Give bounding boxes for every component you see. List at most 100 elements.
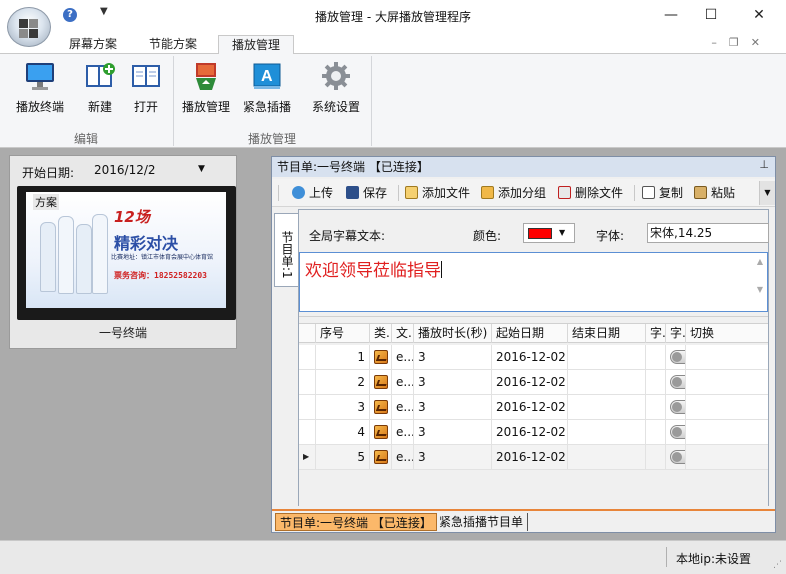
column-header[interactable]: 序号 [315,324,369,343]
table-cell[interactable]: 3 [413,395,491,419]
paste-button[interactable]: 粘贴 [694,184,735,202]
table-row[interactable]: 4 e... 3 2016-12-02 [299,420,768,445]
table-cell[interactable]: 3 [413,345,491,369]
table-cell[interactable]: 5 [315,445,369,469]
table-cell[interactable] [567,445,645,469]
chevron-down-icon[interactable]: ▼ [198,164,205,174]
table-cell[interactable] [567,395,645,419]
table-cell[interactable]: 2016-12-02 [491,445,567,469]
switch-cell[interactable] [665,445,685,469]
table-cell[interactable]: 3 [413,445,491,469]
table-cell[interactable]: e... [391,370,413,394]
play-management-button[interactable]: 播放管理 [178,58,234,124]
column-header[interactable]: 文. [391,324,413,343]
type-cell[interactable] [369,345,391,369]
tab-play-management[interactable]: 播放管理 [218,35,294,55]
table-cell[interactable] [685,420,768,444]
type-cell[interactable] [369,370,391,394]
textarea-scrollbar[interactable]: ▲ ▼ [755,255,765,297]
poster-number: 12场 [114,208,150,226]
table-cell[interactable]: 1 [315,345,369,369]
table-cell[interactable] [567,370,645,394]
table-cell[interactable]: 3 [315,395,369,419]
terminal-screen-preview[interactable]: 12场 精彩对决 比赛地址：镇江市体育会展中心体育馆 票务咨询：18252582… [17,186,236,320]
app-menu-button[interactable] [7,7,51,47]
table-cell[interactable] [685,345,768,369]
table-cell[interactable] [645,420,665,444]
table-row[interactable]: ▶ 5 e... 3 2016-12-02 [299,445,768,470]
add-group-button[interactable]: 添加分组 [481,184,546,202]
tab-screen-scheme[interactable]: 屏幕方案 [60,35,126,55]
table-cell[interactable]: e... [391,395,413,419]
pin-icon[interactable]: ⊥ [759,158,769,171]
table-cell[interactable]: 2016-12-02 [491,345,567,369]
table-cell[interactable] [567,420,645,444]
column-header[interactable]: 字. [665,324,685,343]
title-bar: ? ▼ 播放管理 - 大屏播放管理程序 — ☐ ✕ [0,0,786,47]
column-header[interactable]: 结束日期 [567,324,645,343]
copy-button[interactable]: 复制 [642,184,683,202]
play-terminal-button[interactable]: 播放终端 [10,58,70,124]
table-row[interactable]: 1 e... 3 2016-12-02 [299,345,768,370]
type-cell[interactable] [369,445,391,469]
column-header[interactable]: 播放时长(秒) [413,324,491,343]
table-cell[interactable]: e... [391,345,413,369]
switch-cell[interactable] [665,420,685,444]
table-cell[interactable]: 3 [413,420,491,444]
new-button[interactable]: 新建 [80,58,120,124]
toolbar-overflow-button[interactable]: ▼ [759,181,775,205]
upload-button[interactable]: 上传 [292,184,333,202]
terminal-name: 一号终端 [98,326,147,340]
tab-emergency-playlist[interactable]: 紧急插播节目单 [435,513,529,531]
add-file-button[interactable]: 添加文件 [405,184,470,202]
maximize-button[interactable]: ☐ [688,0,734,30]
table-cell[interactable] [685,445,768,469]
table-cell[interactable] [567,345,645,369]
table-cell[interactable]: e... [391,420,413,444]
vertical-tab-playlist[interactable]: 节目单:1 [274,213,298,287]
column-header[interactable]: 起始日期 [491,324,567,343]
tab-energy-scheme[interactable]: 节能方案 [140,35,206,55]
column-header[interactable]: 切换 [685,324,768,343]
toggle-switch-icon[interactable] [670,450,685,464]
switch-cell[interactable] [665,345,685,369]
save-button[interactable]: 保存 [346,184,387,202]
delete-file-button[interactable]: 删除文件 [558,184,623,202]
table-row[interactable]: 2 e... 3 2016-12-02 [299,370,768,395]
toggle-switch-icon[interactable] [670,375,685,389]
font-field[interactable]: 宋体,14.25 [647,223,769,243]
switch-cell[interactable] [665,395,685,419]
system-settings-button[interactable]: 系统设置 [308,58,364,124]
table-cell[interactable]: 2016-12-02 [491,395,567,419]
table-cell[interactable] [645,345,665,369]
toggle-switch-icon[interactable] [670,400,685,414]
svg-text:A: A [261,68,273,85]
table-cell[interactable] [685,395,768,419]
table-cell[interactable]: e... [391,445,413,469]
switch-cell[interactable] [665,370,685,394]
tab-playlist-terminal[interactable]: 节目单:一号终端 【已连接】 [275,513,437,531]
resize-grip-icon[interactable]: ⋰ [773,560,782,570]
toggle-switch-icon[interactable] [670,350,685,364]
table-cell[interactable]: 2016-12-02 [491,370,567,394]
column-header[interactable]: 字. [645,324,665,343]
toggle-switch-icon[interactable] [670,425,685,439]
table-cell[interactable]: 2 [315,370,369,394]
table-cell[interactable] [645,370,665,394]
table-row[interactable]: 3 e... 3 2016-12-02 [299,395,768,420]
color-picker[interactable]: ▼ [523,223,575,243]
table-cell[interactable]: 2016-12-02 [491,420,567,444]
close-button[interactable]: ✕ [736,0,782,30]
type-cell[interactable] [369,420,391,444]
table-cell[interactable] [645,445,665,469]
table-cell[interactable] [645,395,665,419]
ribbon-window-controls[interactable]: –❐✕ [711,36,772,49]
open-button[interactable]: 打开 [126,58,166,124]
type-cell[interactable] [369,395,391,419]
subtitle-text-input[interactable]: 欢迎领导莅临指导 ▲ ▼ [299,252,768,312]
column-header[interactable]: 类. [369,324,391,343]
table-cell[interactable] [685,370,768,394]
emergency-insert-button[interactable]: A 紧急插播 [240,58,294,124]
table-cell[interactable]: 4 [315,420,369,444]
table-cell[interactable]: 3 [413,370,491,394]
